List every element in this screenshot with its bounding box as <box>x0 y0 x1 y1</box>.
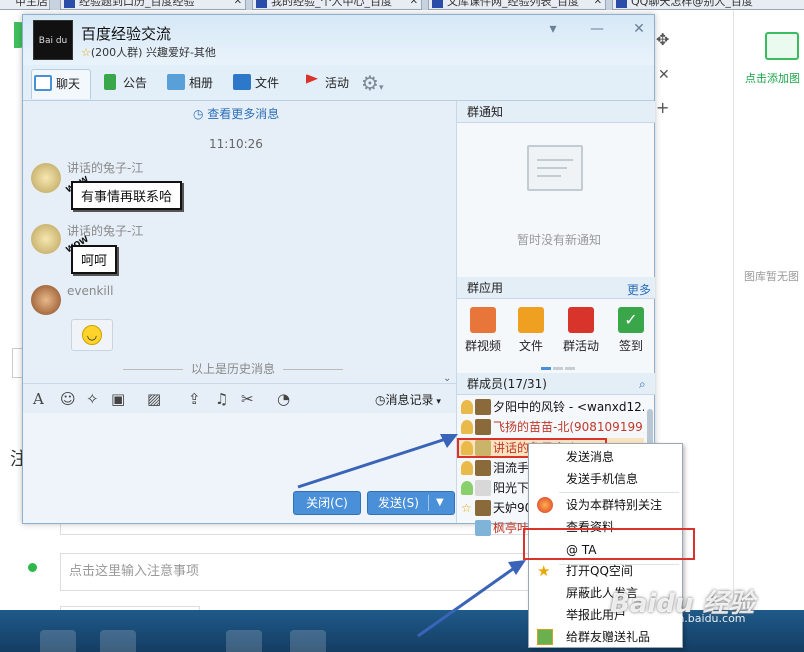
arrow-head <box>508 560 526 575</box>
arrow-line <box>417 562 521 638</box>
arrow-line <box>297 435 453 489</box>
watermark-sub: jingyan.baidu.com <box>644 612 746 625</box>
annotation-arrows <box>297 434 526 638</box>
